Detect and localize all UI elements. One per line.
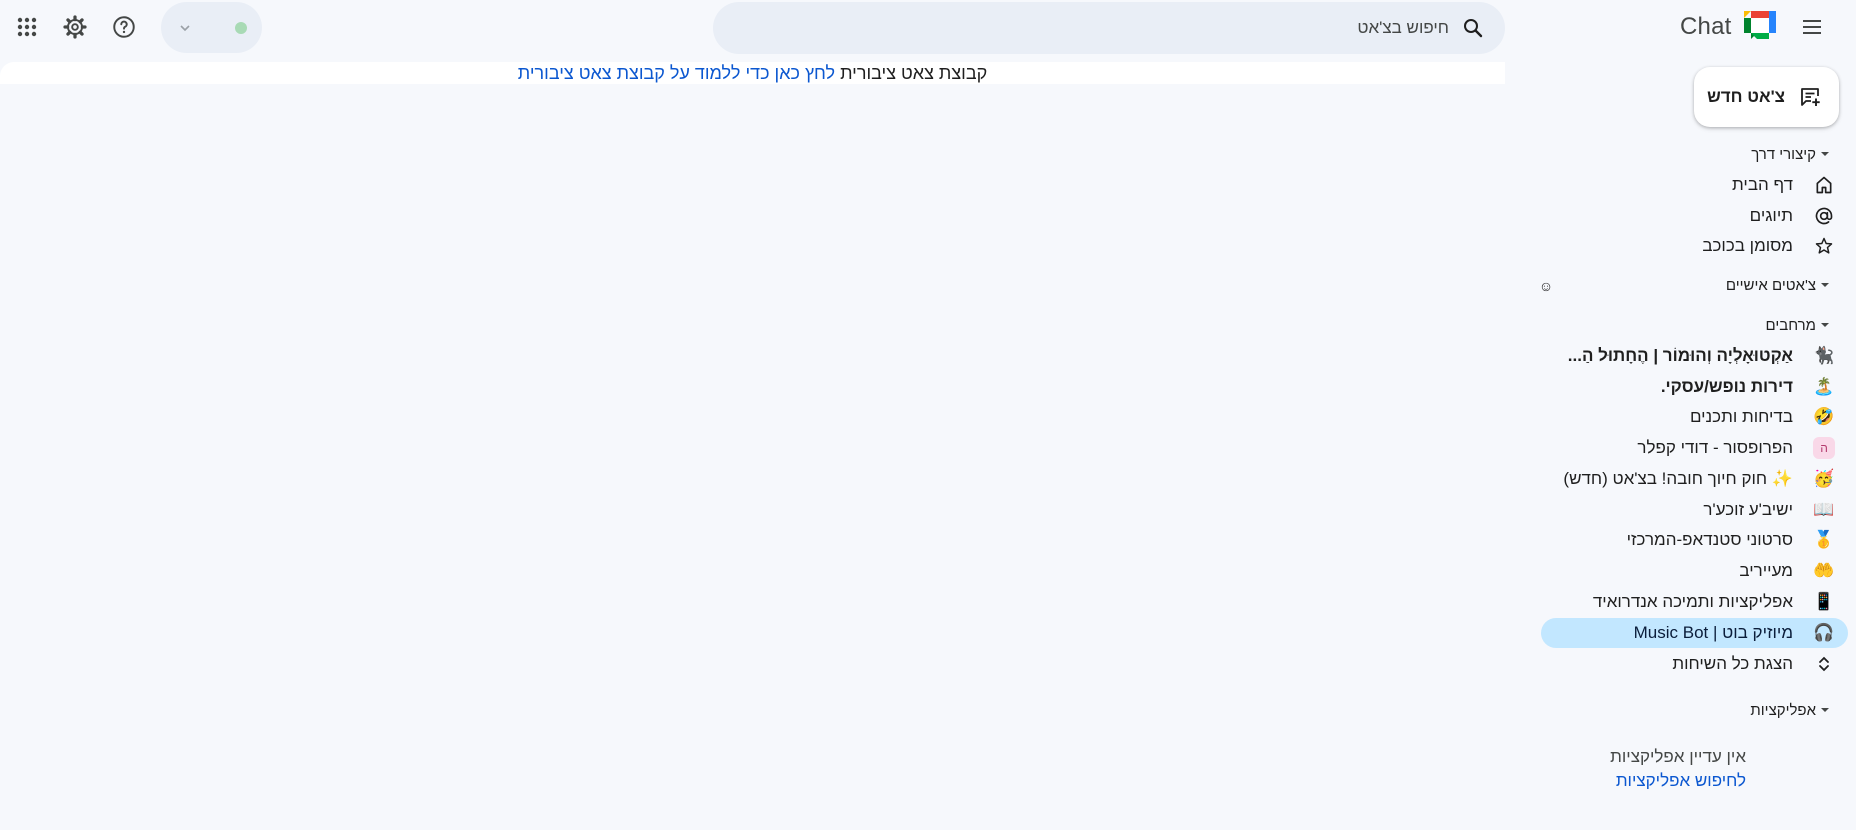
space-label: דירות נופש/עסקי. <box>1660 377 1793 396</box>
home-icon <box>1812 173 1836 197</box>
letter-badge: ה <box>1813 437 1835 459</box>
caret-down-icon <box>1818 703 1832 717</box>
gear-icon <box>63 15 87 39</box>
sidebar-space-item[interactable]: 🏝️ דירות נופש/עסקי. <box>1513 372 1848 402</box>
status-selector[interactable] <box>161 2 262 53</box>
mobile-phone-icon: 📱 <box>1813 592 1835 611</box>
main-menu-button[interactable] <box>1792 7 1832 47</box>
find-apps-link[interactable]: לחיפוש אפליקציות <box>1610 770 1746 792</box>
apps-section-header[interactable]: אפליקציות <box>1750 699 1832 721</box>
public-group-banner: קבוצת צאט ציבורית לחץ כאן כדי ללמוד על ק… <box>0 62 1505 84</box>
headphones-icon: 🎧 <box>1813 623 1835 642</box>
laughing-emoji-icon: 🤣 <box>1813 407 1835 426</box>
sidebar-space-item[interactable]: 📖 ישיב'ע זוכע'ר <box>1513 495 1848 525</box>
google-chat-logo-icon <box>1743 11 1776 39</box>
sidebar-space-item[interactable]: 🤣 בדיחות ותכנים <box>1513 402 1848 432</box>
space-label: מיוזיק בוט | Music Bot <box>1633 623 1793 642</box>
new-chat-button[interactable]: צ'אט חדש <box>1694 67 1839 127</box>
banner-learn-more-link[interactable]: לחץ כאן כדי ללמוד על קבוצת צאט ציבורית <box>518 63 835 83</box>
top-bar: Chat חיפוש בצ'אט <box>0 0 1856 54</box>
caret-down-icon <box>1818 278 1832 292</box>
help-button[interactable] <box>104 7 144 47</box>
status-emoji-icon[interactable]: ☺ <box>1534 274 1558 298</box>
spaces-header-label: מרחבים <box>1765 316 1817 334</box>
book-icon: 📖 <box>1813 500 1835 519</box>
direct-messages-section-header[interactable]: צ'אטים אישיים <box>1726 274 1832 296</box>
status-dot <box>235 22 247 34</box>
direct-messages-header-label: צ'אטים אישיים <box>1725 276 1816 294</box>
search-placeholder: חיפוש בצ'אט <box>1357 18 1449 37</box>
logo-text: Chat <box>1680 13 1732 40</box>
sidebar-space-item[interactable]: 🤲 מעייריב <box>1513 556 1848 586</box>
new-chat-icon <box>1798 85 1822 109</box>
space-label: אפליקציות ותמיכה אנדרואיד <box>1592 592 1793 611</box>
space-label: הפרופסור - דודי קפלר <box>1637 438 1793 457</box>
shortcuts-section-header[interactable]: קיצורי דרך <box>1751 143 1832 165</box>
sidebar-space-item[interactable]: 🥳 ✨ חוק חיוך חובה! בצ'אט (חדש) <box>1513 464 1848 494</box>
chevron-down-icon <box>173 16 197 40</box>
apps-header-label: אפליקציות <box>1750 701 1816 719</box>
help-icon <box>113 16 135 38</box>
sidebar-space-item[interactable]: 🐈‍⬛ אַקְטוּאָלְיָה וְהוּמוֹר | הֶחָתוּל … <box>1513 341 1848 371</box>
banner-text: קבוצת צאט ציבורית <box>840 63 988 83</box>
letter-avatar-icon: ה <box>1812 436 1836 460</box>
space-label: מעייריב <box>1739 561 1793 580</box>
spaces-section-header[interactable]: מרחבים <box>1766 314 1833 336</box>
space-label: אַקְטוּאָלְיָה וְהוּמוֹר | הֶחָתוּל הַ..… <box>1567 346 1793 365</box>
caret-down-icon <box>1818 147 1832 161</box>
party-face-icon: 🥳 <box>1813 469 1835 488</box>
search-icon[interactable] <box>1461 16 1485 40</box>
no-apps-text: אין עדיין אפליקציות <box>1610 747 1746 766</box>
show-all-label: הצגת כל השיחות <box>1672 654 1793 673</box>
shortcuts-header-label: קיצורי דרך <box>1751 145 1816 163</box>
sidebar-item-mentions[interactable]: תיוגים <box>1513 201 1848 231</box>
chat-logo-link[interactable]: Chat <box>1680 8 1778 46</box>
new-chat-label: צ'אט חדש <box>1707 87 1785 106</box>
medal-icon: 🥇 <box>1813 530 1835 549</box>
google-apps-button[interactable] <box>7 7 47 47</box>
search-bar[interactable]: חיפוש בצ'אט <box>713 2 1505 54</box>
at-sign-icon <box>1812 204 1836 228</box>
space-label: ✨ חוק חיוך חובה! בצ'אט (חדש) <box>1563 469 1793 488</box>
settings-button[interactable] <box>55 7 95 47</box>
sidebar-item-label: דף הבית <box>1732 175 1793 194</box>
star-icon <box>1812 234 1836 258</box>
sidebar-space-item[interactable]: 📱 אפליקציות ותמיכה אנדרואיד <box>1513 587 1848 617</box>
space-label: בדיחות ותכנים <box>1689 407 1793 426</box>
apps-grid-icon <box>17 17 37 37</box>
island-icon: 🏝️ <box>1813 377 1835 396</box>
sidebar-space-item[interactable]: ה הפרופסור - דודי קפלר <box>1513 433 1848 463</box>
black-cat-icon: 🐈‍⬛ <box>1813 346 1835 365</box>
sidebar-item-label: מסומן בכוכב <box>1702 236 1793 255</box>
caret-down-icon <box>1818 318 1832 332</box>
apps-empty-state: אין עדיין אפליקציות לחיפוש אפליקציות <box>1610 744 1746 792</box>
sidebar-space-item-selected[interactable]: 🎧 מיוזיק בוט | Music Bot <box>1541 618 1848 648</box>
sidebar-space-item[interactable]: 🥇 סרטוני סטנדאפ-המרכזי <box>1513 525 1848 555</box>
space-label: ישיב'ע זוכע'ר <box>1703 500 1793 519</box>
hamburger-menu-icon <box>1803 20 1821 34</box>
show-all-conversations-button[interactable]: הצגת כל השיחות <box>1513 649 1848 679</box>
expand-icon <box>1812 652 1836 676</box>
sidebar-item-home[interactable]: דף הבית <box>1513 170 1848 200</box>
sidebar-item-label: תיוגים <box>1749 206 1793 225</box>
palms-up-icon: 🤲 <box>1813 561 1835 580</box>
space-label: סרטוני סטנדאפ-המרכזי <box>1626 530 1793 549</box>
sidebar-item-starred[interactable]: מסומן בכוכב <box>1513 231 1848 261</box>
